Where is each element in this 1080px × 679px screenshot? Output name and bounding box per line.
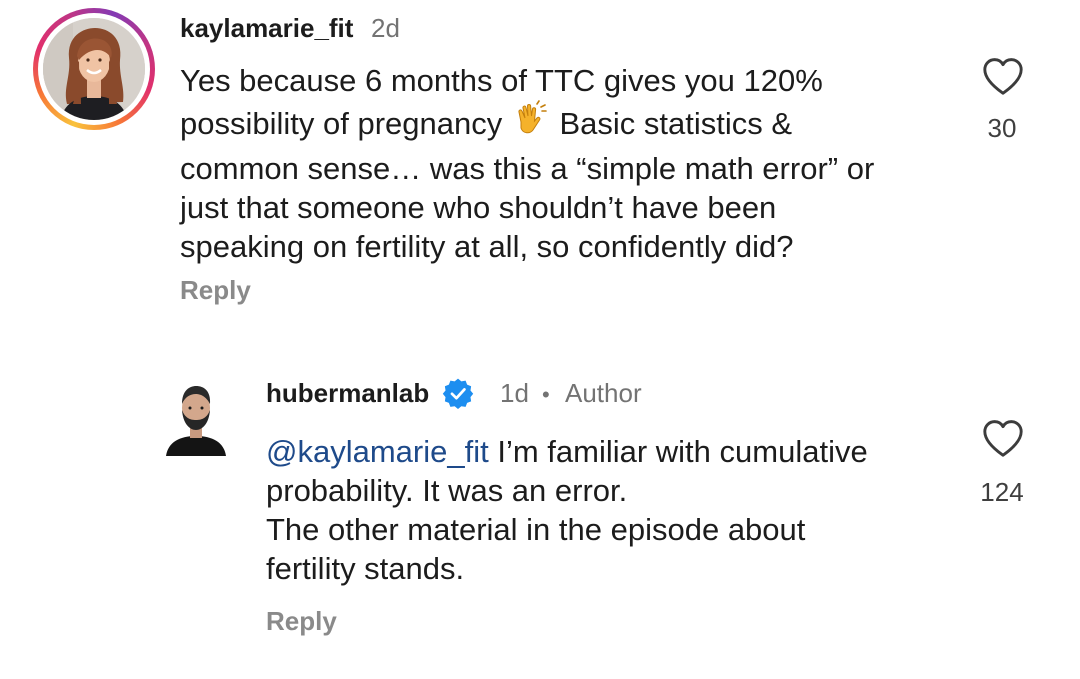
comment-line: probability. It was an error. xyxy=(266,473,628,508)
comment-line: Basic statistics & xyxy=(559,106,793,141)
avatar-hubermanlab[interactable] xyxy=(166,380,226,456)
comment-line: Yes because 6 months of TTC gives you 12… xyxy=(180,63,823,98)
avatar-kaylamarie[interactable] xyxy=(33,8,155,130)
heart-outline-icon[interactable] xyxy=(981,56,1025,96)
woman-portrait-icon xyxy=(43,18,145,120)
reply-button[interactable]: Reply xyxy=(180,275,251,306)
comment-line: I’m familiar with cumulative xyxy=(488,434,868,469)
comment-username[interactable]: hubermanlab xyxy=(266,378,429,409)
comment-body: Yes because 6 months of TTC gives you 12… xyxy=(180,61,874,266)
avatar-photo xyxy=(43,18,145,120)
like-count: 30 xyxy=(987,113,1017,143)
meta-separator: • xyxy=(542,382,550,407)
comment-body: @kaylamarie_fit I’m familiar with cumula… xyxy=(266,432,868,588)
clapping-hands-icon xyxy=(511,100,551,149)
verified-badge-icon xyxy=(442,378,474,409)
mention-link[interactable]: @kaylamarie_fit xyxy=(266,434,489,469)
comment-line: speaking on fertility at all, so confide… xyxy=(180,229,794,264)
comment-username[interactable]: kaylamarie_fit xyxy=(180,13,353,44)
comment-line: fertility stands. xyxy=(266,551,465,586)
comment-line: possibility of pregnancy xyxy=(180,106,503,141)
comment-line: The other material in the episode about xyxy=(266,512,806,547)
comment-time: 2d xyxy=(371,13,400,43)
like-count: 124 xyxy=(980,477,1024,507)
comment-line: just that someone who shouldn’t have bee… xyxy=(180,190,777,225)
reply-button[interactable]: Reply xyxy=(266,606,337,637)
comment-line: common sense… was this a “simple math er… xyxy=(180,151,875,186)
heart-outline-icon[interactable] xyxy=(981,418,1025,458)
man-portrait-icon xyxy=(166,386,226,456)
comment-time: 1d xyxy=(500,378,529,408)
author-badge: Author xyxy=(565,378,642,408)
